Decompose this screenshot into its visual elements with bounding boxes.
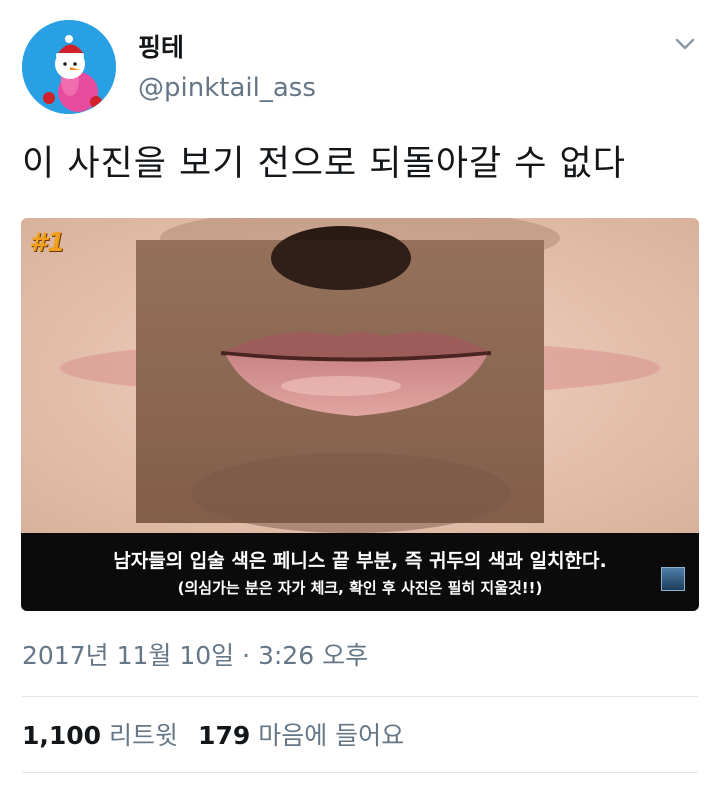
avatar[interactable] xyxy=(22,20,116,114)
media-caption-line2: (의심가는 분은 자가 체크, 확인 후 사진은 필히 지울것!!) xyxy=(177,579,543,597)
tweet-timestamp[interactable]: 2017년 11월 10일 · 3:26 오후 xyxy=(22,640,368,672)
divider xyxy=(22,772,698,773)
media-caption-line1: 남자들의 입술 색은 페니스 끝 부분, 즉 귀두의 색과 일치한다. xyxy=(113,550,607,572)
media-photo xyxy=(21,218,699,533)
user-handle[interactable]: @pinktail_ass xyxy=(138,72,316,104)
divider xyxy=(22,696,698,697)
retweets-label: 리트윗 xyxy=(109,721,179,750)
display-name[interactable]: 핑테 xyxy=(138,33,184,63)
tweet-text: 이 사진을 보기 전으로 되돌아갈 수 없다 xyxy=(22,144,626,184)
media-caption-bar: 남자들의 입술 색은 페니스 끝 부분, 즉 귀두의 색과 일치한다. (의심가… xyxy=(21,533,699,611)
likes-stat[interactable]: 179 마음에 들어요 xyxy=(198,721,404,750)
channel-logo-icon xyxy=(661,567,685,591)
avatar-image xyxy=(22,20,116,114)
retweets-count: 1,100 xyxy=(22,721,102,750)
tweet-media-image[interactable]: #1 남자들의 입술 색은 페니스 끝 부분, 즉 귀두의 색과 일치한다. (… xyxy=(21,218,699,611)
likes-count: 179 xyxy=(198,721,251,750)
chevron-down-icon[interactable] xyxy=(674,36,696,52)
media-badge: #1 xyxy=(29,228,66,258)
tweet-stats: 1,100 리트윗 179 마음에 들어요 xyxy=(22,720,404,752)
tweet-card: 핑테 @pinktail_ass 이 사진을 보기 전으로 되돌아갈 수 없다 xyxy=(0,0,720,787)
likes-label: 마음에 들어요 xyxy=(258,721,405,750)
retweets-stat[interactable]: 1,100 리트윗 xyxy=(22,721,178,750)
